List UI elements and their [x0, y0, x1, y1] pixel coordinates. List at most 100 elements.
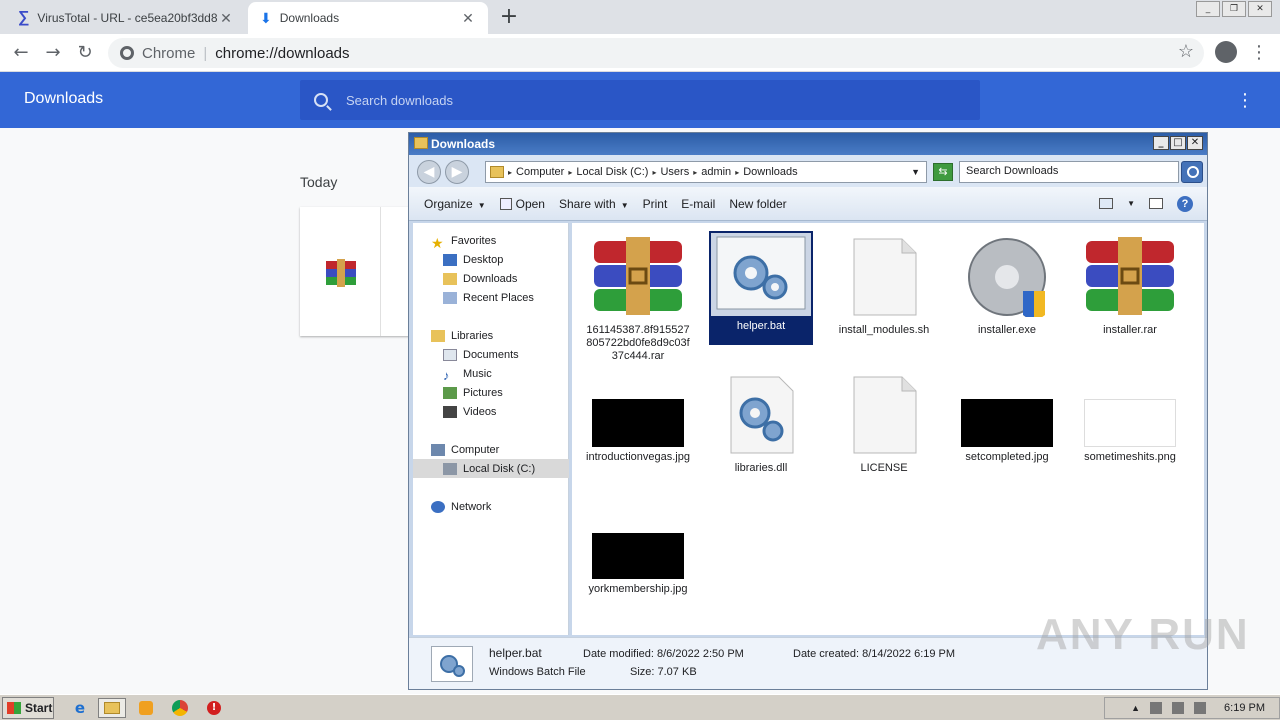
address-bar[interactable]: Chrome | chrome://downloads ☆: [108, 38, 1204, 68]
nav-item-computer[interactable]: Computer: [431, 440, 499, 459]
help-icon[interactable]: ?: [1177, 195, 1193, 212]
email-button[interactable]: E-mail: [674, 197, 722, 211]
nav-label: Libraries: [451, 329, 494, 342]
refresh-icon[interactable]: ⇆: [933, 163, 953, 181]
details-date-modified: Date modified: 8/6/2022 2:50 PM: [583, 648, 744, 660]
tab-virustotal[interactable]: ∑ VirusTotal - URL - ce5ea20bf3dd86a ✕: [6, 2, 246, 34]
new-folder-button[interactable]: New folder: [722, 197, 793, 211]
page-title: Downloads: [24, 90, 104, 107]
restore-button[interactable]: ❐: [1222, 1, 1246, 17]
minimize-button[interactable]: _: [1196, 1, 1220, 17]
internet-explorer-icon[interactable]: e: [66, 698, 94, 718]
clock[interactable]: 6:19 PM: [1224, 702, 1265, 714]
nav-item-favorites[interactable]: ★ Favorites: [431, 231, 496, 251]
start-button[interactable]: Start: [2, 697, 54, 719]
file-item[interactable]: sometimeshits.png: [1075, 373, 1185, 464]
explorer-nav-bar: ◀ ▶ ▸ Computer ▸ Local Disk (C:) ▸ Users…: [409, 155, 1207, 187]
address-scheme: Chrome: [142, 44, 196, 62]
blank-file-icon: [853, 376, 917, 454]
file-item[interactable]: yorkmembership.jpg: [583, 507, 693, 596]
back-arrow-icon[interactable]: ◀: [417, 160, 441, 184]
share-with-button[interactable]: Share with ▼: [552, 197, 636, 211]
reload-icon[interactable]: ↻: [74, 42, 96, 64]
card-divider: [380, 207, 381, 336]
nav-label: Downloads: [463, 272, 518, 285]
file-name: helper.bat: [736, 320, 786, 332]
chevron-right-icon: ▸: [652, 167, 657, 177]
chevron-down-icon[interactable]: ▼: [1127, 199, 1135, 208]
breadcrumb-item[interactable]: Computer: [516, 166, 564, 178]
image-thumbnail-dark: [592, 399, 684, 447]
nav-item-downloads[interactable]: Downloads: [443, 269, 517, 288]
file-item[interactable]: LICENSE: [829, 373, 939, 475]
file-item[interactable]: 161145387.8f915527805722bd0fe8d9c03f37c4…: [583, 235, 693, 363]
file-item-selected[interactable]: helper.bat: [709, 231, 813, 345]
file-item[interactable]: introductionvegas.jpg: [583, 373, 693, 464]
volume-icon[interactable]: [1150, 702, 1163, 714]
preview-pane-icon[interactable]: [1149, 198, 1163, 209]
nav-item-pictures[interactable]: Pictures: [443, 383, 503, 402]
nav-item-videos[interactable]: Videos: [443, 402, 496, 421]
nav-item-local-disk[interactable]: Local Disk (C:): [413, 459, 569, 478]
chrome-taskbar-icon[interactable]: [166, 698, 194, 718]
nav-item-music[interactable]: ♪ Music: [443, 364, 492, 383]
nav-label: Local Disk (C:): [463, 462, 536, 475]
breadcrumb-item[interactable]: Users: [660, 166, 689, 178]
tray-expand-icon[interactable]: ▲: [1131, 703, 1140, 713]
explorer-search-input[interactable]: Search Downloads: [959, 161, 1179, 183]
more-actions-icon[interactable]: ⋮: [1236, 90, 1254, 111]
explorer-title-bar[interactable]: Downloads _ □ ✕: [409, 133, 1207, 155]
download-item-card[interactable]: [300, 207, 420, 336]
network-tray-icon[interactable]: [1172, 702, 1185, 714]
breadcrumb-item[interactable]: admin: [701, 166, 731, 178]
explorer-taskbar-icon[interactable]: [98, 698, 126, 718]
file-item[interactable]: setcompleted.jpg: [952, 373, 1062, 464]
nav-item-libraries[interactable]: Libraries: [431, 326, 493, 345]
tab-downloads[interactable]: ⬇ Downloads ✕: [248, 2, 488, 34]
new-tab-button[interactable]: +: [498, 6, 520, 28]
close-icon[interactable]: ✕: [460, 10, 476, 27]
open-button[interactable]: Open: [493, 197, 552, 211]
close-button[interactable]: ✕: [1248, 1, 1272, 17]
file-item[interactable]: installer.rar: [1075, 235, 1185, 337]
nav-item-documents[interactable]: Documents: [443, 345, 519, 364]
downloads-search[interactable]: [300, 80, 980, 120]
print-button[interactable]: Print: [636, 197, 675, 211]
chevron-down-icon[interactable]: ▼: [911, 167, 920, 177]
back-arrow-icon[interactable]: ←: [10, 42, 32, 64]
command-bar: Organize ▼ Open Share with ▼ Print E-mail …: [409, 187, 1207, 221]
chrome-menu-icon[interactable]: ⋮: [1250, 42, 1268, 63]
nav-item-recent-places[interactable]: Recent Places: [443, 288, 534, 307]
forward-arrow-icon[interactable]: ▶: [445, 160, 469, 184]
file-item[interactable]: install_modules.sh: [829, 235, 939, 337]
search-icon[interactable]: [1181, 161, 1203, 183]
close-button[interactable]: ✕: [1187, 136, 1203, 150]
breadcrumb-item[interactable]: Local Disk (C:): [576, 166, 648, 178]
maximize-button[interactable]: □: [1170, 136, 1186, 150]
media-player-icon[interactable]: [132, 698, 160, 718]
nav-item-network[interactable]: Network: [431, 497, 491, 516]
file-item[interactable]: libraries.dll: [706, 373, 816, 475]
breadcrumb[interactable]: ▸ Computer ▸ Local Disk (C:) ▸ Users ▸ a…: [485, 161, 927, 183]
change-view-icon[interactable]: [1099, 198, 1114, 209]
chevron-right-icon: ▸: [568, 167, 573, 177]
explorer-window-controls: _ □ ✕: [1153, 136, 1203, 150]
action-center-flag-icon[interactable]: [1194, 702, 1207, 714]
file-item[interactable]: installer.exe: [952, 235, 1062, 337]
search-input[interactable]: [346, 92, 946, 108]
file-list: 161145387.8f915527805722bd0fe8d9c03f37c4…: [572, 223, 1204, 635]
pictures-icon: [443, 386, 457, 399]
start-label: Start: [25, 701, 53, 715]
winrar-icon: [326, 259, 356, 287]
nav-item-desktop[interactable]: Desktop: [443, 250, 503, 269]
breadcrumb-item[interactable]: Downloads: [743, 166, 797, 178]
nav-label: Computer: [451, 443, 500, 456]
stop-sign-icon[interactable]: !: [200, 698, 228, 718]
close-icon[interactable]: ✕: [218, 10, 234, 27]
image-thumbnail-white: [1084, 399, 1176, 447]
minimize-button[interactable]: _: [1153, 136, 1169, 150]
profile-avatar-icon[interactable]: [1215, 41, 1237, 63]
forward-arrow-icon[interactable]: →: [42, 42, 64, 64]
organize-button[interactable]: Organize ▼: [417, 197, 493, 211]
bookmark-star-icon[interactable]: ☆: [1178, 41, 1194, 62]
